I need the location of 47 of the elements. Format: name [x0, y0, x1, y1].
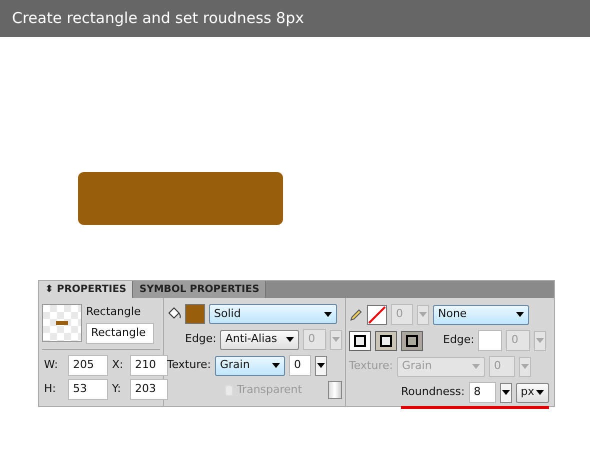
- input-field[interactable]: 8: [468, 382, 496, 403]
- caret-icon: [324, 312, 332, 316]
- dropdown[interactable]: Grain: [214, 356, 285, 376]
- header-title: Create rectangle and set roudness 8px: [12, 8, 304, 30]
- panel-tab[interactable]: ⬍ PROPERTIES: [39, 281, 134, 298]
- caret-icon: [286, 337, 294, 342]
- square-icon: [405, 334, 419, 348]
- paint-bucket-icon: [167, 307, 181, 321]
- input-field[interactable]: 203: [130, 378, 168, 400]
- caret-icon: [272, 363, 280, 368]
- dropdown-arrow-button[interactable]: [314, 356, 327, 376]
- w-label: W:: [44, 356, 59, 373]
- dropdown[interactable]: Anti-Alias: [220, 330, 300, 350]
- edge-label: Edge:: [443, 332, 474, 348]
- fill-color-swatch[interactable]: [185, 304, 205, 324]
- stroke-color-swatch[interactable]: [367, 304, 387, 324]
- texture-label: Texture:: [167, 357, 211, 374]
- input-field[interactable]: 210: [130, 354, 168, 376]
- panel-tab[interactable]: SYMBOL PROPERTIES: [133, 281, 266, 298]
- stroke-alignment-button[interactable]: [349, 330, 371, 350]
- stroke-alignment-button[interactable]: [375, 330, 397, 350]
- preview-thumbnail: [42, 304, 82, 342]
- dropdown[interactable]: px: [516, 382, 549, 402]
- input-field[interactable]: 53: [68, 378, 108, 400]
- object-type-label: Rectangle: [86, 304, 142, 320]
- input-field[interactable]: 0: [288, 355, 311, 376]
- texture-label: Texture:: [349, 358, 393, 374]
- square-icon: [379, 334, 393, 348]
- edge-label: Edge:: [185, 331, 216, 348]
- caret-icon: [536, 390, 544, 395]
- caret-icon: [516, 312, 524, 317]
- x-label: X:: [112, 356, 124, 373]
- roundness-label: Roundness:: [401, 384, 465, 400]
- checkbox-label: Transparent: [236, 382, 302, 398]
- y-label: Y:: [112, 380, 122, 397]
- dropdown-arrow-button[interactable]: [500, 382, 512, 402]
- caret-icon: [472, 364, 480, 369]
- dropdown[interactable]: None: [433, 304, 529, 324]
- input-field[interactable]: [478, 330, 502, 351]
- dropdown[interactable]: Solid: [209, 304, 337, 324]
- square-icon: [353, 334, 367, 348]
- pencil-icon: [349, 308, 363, 322]
- input-field[interactable]: Rectangle: [86, 322, 154, 344]
- stroke-alignment-button[interactable]: [401, 330, 423, 350]
- input-field[interactable]: 205: [68, 354, 108, 376]
- h-label: H:: [44, 380, 57, 397]
- texture-button[interactable]: [328, 381, 342, 399]
